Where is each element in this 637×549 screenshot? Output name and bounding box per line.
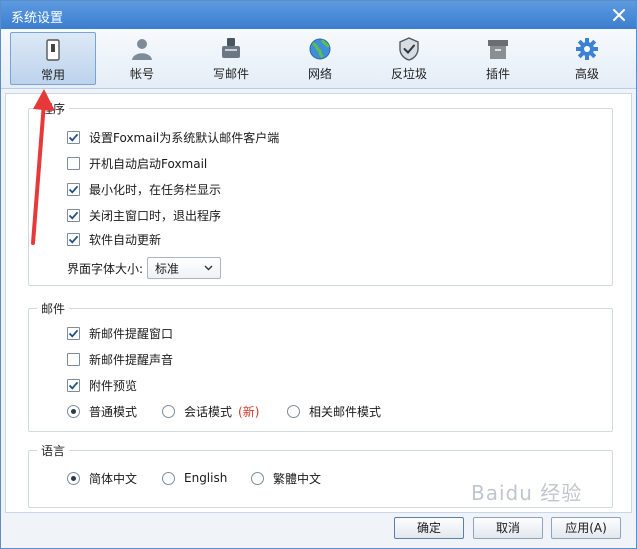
radio-unselected[interactable]: [251, 471, 264, 485]
tab-general-label: 常用: [40, 68, 65, 82]
checkbox-checked[interactable]: [67, 182, 80, 196]
checkbox-unchecked[interactable]: [67, 156, 80, 170]
option-minimize-taskbar[interactable]: 最小化时，在任务栏显示: [67, 180, 221, 198]
lang-label: English: [184, 471, 228, 485]
option-label: 开机自动启动Foxmail: [89, 156, 208, 171]
check-icon: [68, 133, 79, 142]
radio-unselected[interactable]: [287, 404, 300, 418]
font-size-value: 标准: [155, 261, 180, 276]
settings-window: 系统设置 常用 帐号 写邮件 网络 反垃圾 插件 高级 设置Foxmail为系统…: [0, 0, 637, 549]
tab-network[interactable]: 网络: [277, 32, 363, 85]
cancel-button[interactable]: 取消: [473, 517, 543, 539]
option-label: 关闭主窗口时，退出程序: [89, 208, 222, 223]
language-group-title: 语言: [37, 442, 70, 459]
lang-traditional-chinese[interactable]: 繁體中文: [251, 469, 321, 487]
option-autostart[interactable]: 开机自动启动Foxmail: [67, 154, 207, 172]
tab-plugins-label: 插件: [485, 67, 510, 81]
tab-account[interactable]: 帐号: [99, 32, 185, 85]
mode-label: 相关邮件模式: [309, 404, 382, 419]
option-label: 新邮件提醒声音: [89, 352, 174, 367]
box-icon: [488, 40, 508, 59]
lang-label: 繁體中文: [273, 471, 322, 486]
font-size-label: 界面字体大小:: [67, 261, 144, 276]
option-auto-update[interactable]: 软件自动更新: [67, 230, 161, 248]
font-size-select[interactable]: 标准: [147, 257, 222, 279]
radio-selected[interactable]: [67, 404, 80, 418]
checkbox-checked[interactable]: [67, 130, 80, 144]
tab-advanced-label: 高级: [574, 67, 599, 81]
mode-related[interactable]: 相关邮件模式: [287, 402, 381, 420]
checkbox-checked[interactable]: [67, 208, 80, 222]
option-label: 附件预览: [89, 378, 138, 393]
tab-network-label: 网络: [307, 67, 332, 81]
shield-icon: [399, 37, 419, 61]
option-label: 最小化时，在任务栏显示: [89, 182, 222, 197]
radio-selected[interactable]: [67, 471, 80, 485]
option-new-mail-window[interactable]: 新邮件提醒窗口: [67, 324, 173, 342]
globe-icon: [309, 38, 331, 60]
tab-compose[interactable]: 写邮件: [188, 32, 274, 85]
mode-label: 普通模式: [89, 404, 138, 419]
lang-simplified-chinese[interactable]: 简体中文: [67, 469, 137, 487]
check-icon: [68, 381, 79, 390]
chevron-down-icon: [204, 265, 213, 271]
option-label: 新邮件提醒窗口: [89, 326, 174, 341]
new-badge: (新): [238, 404, 260, 419]
settings-panel: 程序 设置Foxmail为系统默认邮件客户端 开机自动启动Foxmail 最小化…: [5, 93, 632, 513]
title-bar: 系统设置: [1, 1, 636, 29]
check-icon: [68, 211, 79, 220]
option-close-exit[interactable]: 关闭主窗口时，退出程序: [67, 206, 221, 224]
option-label: 设置Foxmail为系统默认邮件客户端: [89, 130, 280, 145]
radio-unselected[interactable]: [162, 404, 175, 418]
option-label: 软件自动更新: [89, 232, 162, 247]
check-icon: [68, 185, 79, 194]
option-attachment-preview[interactable]: 附件预览: [67, 376, 137, 394]
checkbox-checked[interactable]: [67, 232, 80, 246]
gear-icon: [576, 38, 598, 60]
checkbox-checked[interactable]: [67, 378, 80, 392]
switch-icon: [46, 39, 60, 61]
font-size-row: 界面字体大小: 标准: [67, 257, 222, 279]
lang-label: 简体中文: [89, 471, 138, 486]
mode-normal[interactable]: 普通模式: [67, 402, 137, 420]
settings-toolbar: 常用 帐号 写邮件 网络 反垃圾 插件 高级: [1, 29, 636, 89]
option-default-client[interactable]: 设置Foxmail为系统默认邮件客户端: [67, 128, 279, 146]
watermark-text: Baidu 经验: [471, 481, 583, 505]
tab-account-label: 帐号: [129, 67, 154, 81]
program-group: 程序 设置Foxmail为系统默认邮件客户端 开机自动启动Foxmail 最小化…: [28, 100, 613, 286]
tab-antispam[interactable]: 反垃圾: [366, 32, 452, 85]
tab-general[interactable]: 常用: [10, 32, 96, 85]
lang-english[interactable]: English: [162, 469, 227, 487]
compose-icon: [222, 38, 240, 58]
option-new-mail-sound[interactable]: 新邮件提醒声音: [67, 350, 173, 368]
close-icon[interactable]: [610, 6, 628, 24]
radio-unselected[interactable]: [162, 471, 175, 485]
user-icon: [132, 39, 152, 60]
checkbox-checked[interactable]: [67, 326, 80, 340]
tab-plugins[interactable]: 插件: [455, 32, 541, 85]
tab-antispam-label: 反垃圾: [390, 67, 427, 81]
checkbox-unchecked[interactable]: [67, 352, 80, 366]
ok-button[interactable]: 确定: [394, 517, 464, 539]
window-title: 系统设置: [11, 11, 64, 26]
check-icon: [68, 329, 79, 338]
mail-group: 邮件 新邮件提醒窗口 新邮件提醒声音 附件预览 普通模式 会话模式 (新) 相关…: [28, 300, 613, 432]
mail-group-title: 邮件: [37, 300, 70, 317]
apply-button[interactable]: 应用(A): [551, 517, 621, 539]
mode-conversation[interactable]: 会话模式 (新): [162, 402, 259, 420]
check-icon: [68, 235, 79, 244]
annotation-arrow-icon: [31, 89, 55, 245]
tab-compose-label: 写邮件: [212, 67, 249, 81]
mode-label: 会话模式: [184, 404, 233, 419]
tab-advanced[interactable]: 高级: [544, 32, 630, 85]
